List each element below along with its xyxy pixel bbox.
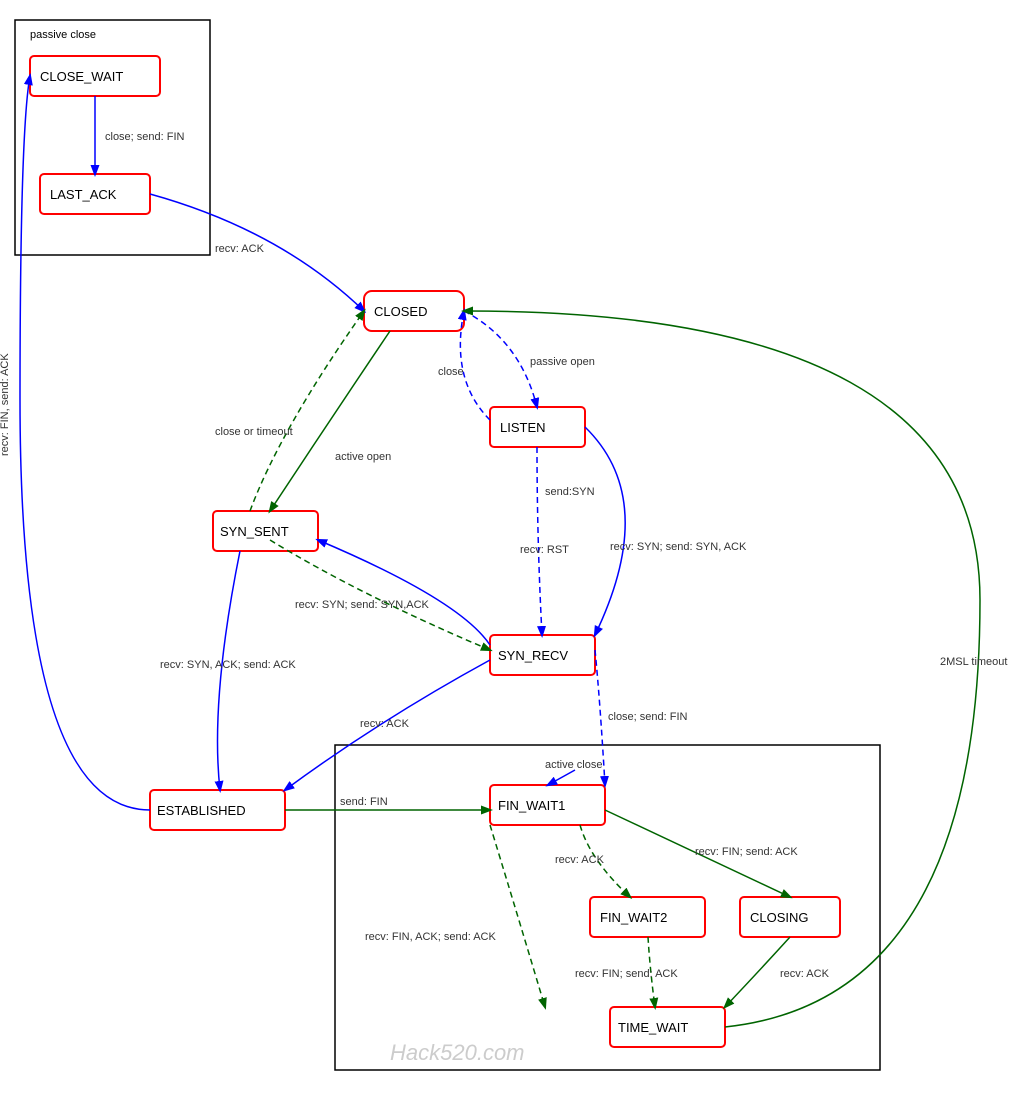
closed-to-listen bbox=[464, 311, 537, 407]
recv-syn-ack-send-ack-label: recv: SYN, ACK; send: ACK bbox=[160, 659, 296, 671]
closed-to-syn-sent bbox=[270, 331, 390, 511]
fin-wait2-label: FIN_WAIT2 bbox=[600, 910, 667, 925]
recv-fin-send-ack-label: recv: FIN, send: ACK bbox=[0, 353, 11, 456]
syn-recv-to-syn-sent bbox=[318, 540, 490, 645]
passive-close-label: passive close bbox=[30, 29, 96, 41]
syn-sent-label: SYN_SENT bbox=[220, 524, 289, 539]
2msl-timeout-label: 2MSL timeout bbox=[940, 656, 1007, 668]
listen-to-closed bbox=[460, 311, 490, 420]
recv-fin-ack-send-ack-label: recv: FIN, ACK; send: ACK bbox=[365, 931, 496, 943]
tcp-state-diagram: Hack520.com passive close CLOSE_WAIT LAS… bbox=[0, 0, 1012, 1115]
time-wait-label: TIME_WAIT bbox=[618, 1020, 688, 1035]
watermark: Hack520.com bbox=[390, 1040, 525, 1065]
last-ack-label: LAST_ACK bbox=[50, 187, 117, 202]
recv-syn-send-synack-label: recv: SYN; send: SYN,ACK bbox=[295, 599, 430, 611]
send-syn-label: send:SYN bbox=[545, 486, 595, 498]
closing-label: CLOSING bbox=[750, 910, 809, 925]
send-fin-label: send: FIN bbox=[340, 796, 388, 808]
syn-sent-to-closed bbox=[250, 311, 364, 511]
fin-wait1-label: FIN_WAIT1 bbox=[498, 798, 565, 813]
close-send-fin-label: close; send: FIN bbox=[105, 131, 185, 143]
recv-syn-send-synack-label2: recv: SYN; send: SYN, ACK bbox=[610, 541, 747, 553]
close-label: close bbox=[438, 366, 464, 378]
listen-label: LISTEN bbox=[500, 420, 546, 435]
listen-syn-to-syn-recv bbox=[585, 427, 625, 635]
recv-ack-label1: recv: ACK bbox=[215, 243, 265, 255]
fin-wait1-to-time-wait bbox=[490, 825, 545, 1007]
established-label: ESTABLISHED bbox=[157, 803, 246, 818]
close-send-fin-label2: close; send: FIN bbox=[608, 711, 688, 723]
recv-fin-send-ack-label3: recv: FIN; send: ACK bbox=[575, 968, 678, 980]
active-close-label: active close bbox=[545, 759, 602, 771]
active-close-arrow bbox=[548, 770, 575, 785]
active-open-label: active open bbox=[335, 451, 391, 463]
close-wait-label: CLOSE_WAIT bbox=[40, 69, 123, 84]
passive-open-label: passive open bbox=[530, 356, 595, 368]
recv-fin-send-ack-label2: recv: FIN; send: ACK bbox=[695, 846, 798, 858]
close-or-timeout-label: close or timeout bbox=[215, 426, 293, 438]
listen-to-syn-recv bbox=[537, 447, 542, 635]
recv-rst-label: recv: RST bbox=[520, 544, 569, 556]
recv-ack-label3: recv: ACK bbox=[555, 854, 605, 866]
syn-sent-to-syn-recv bbox=[270, 540, 490, 650]
syn-recv-label: SYN_RECV bbox=[498, 648, 568, 663]
recv-ack-label2: recv: ACK bbox=[360, 718, 410, 730]
closed-label: CLOSED bbox=[374, 304, 427, 319]
recv-ack-label4: recv: ACK bbox=[780, 968, 830, 980]
